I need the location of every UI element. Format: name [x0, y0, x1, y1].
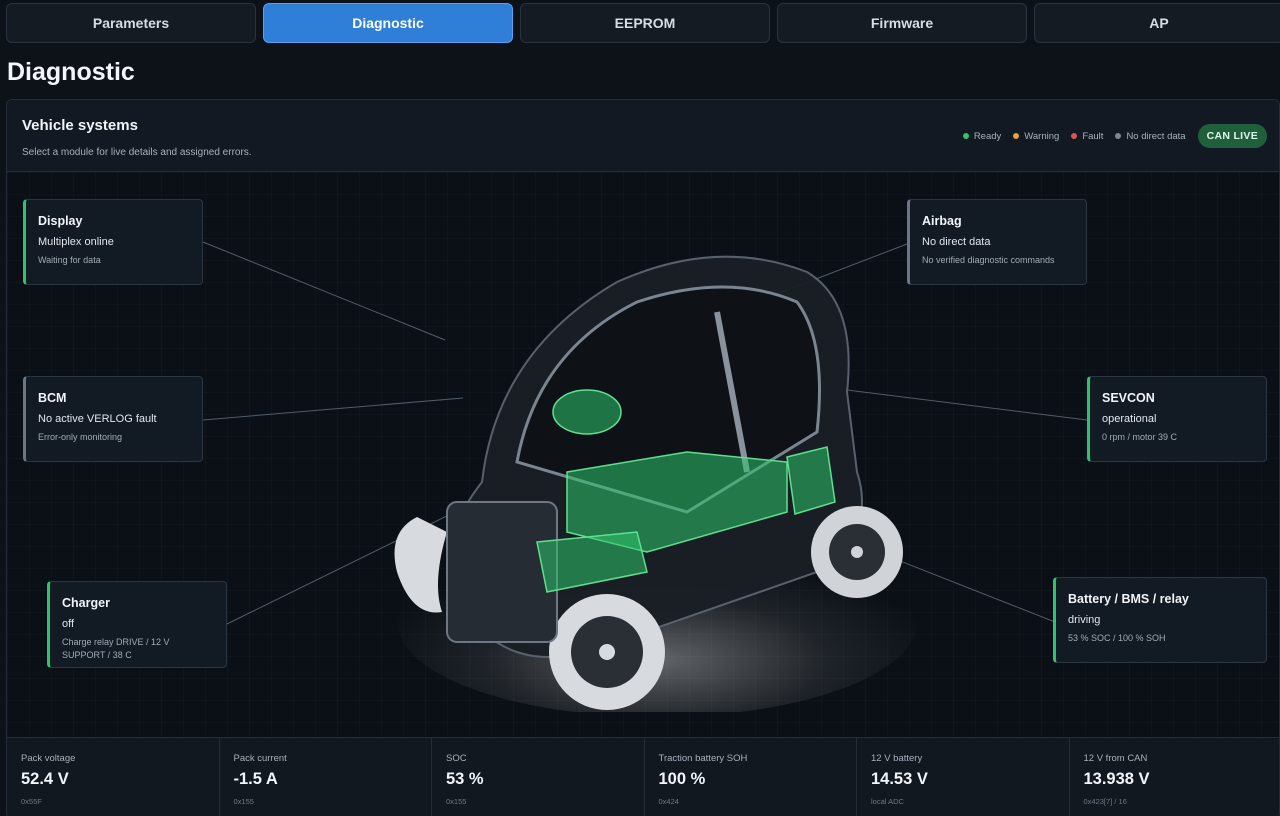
metric-label: 12 V battery — [871, 753, 923, 764]
legend-label: No direct data — [1126, 130, 1186, 142]
metric-label: SOC — [446, 753, 467, 764]
module-detail: Charge relay DRIVE / 12 V SUPPORT / 38 C — [62, 637, 170, 660]
metric-pack-current: Pack current -1.5 A 0x155 — [220, 738, 432, 816]
metric-label: Pack voltage — [21, 753, 76, 764]
ready-dot-icon — [962, 133, 969, 139]
module-display[interactable]: Display Multiplex online Waiting for dat… — [23, 199, 203, 285]
tab-eeprom[interactable]: EEPROM — [520, 3, 770, 43]
wheel-rear — [811, 506, 903, 598]
module-airbag[interactable]: Airbag No direct data No verified diagno… — [907, 199, 1087, 285]
metric-12v-battery: 12 V battery 14.53 V local ADC — [857, 738, 1070, 816]
display-module-highlight — [552, 389, 622, 435]
metric-pack-voltage: Pack voltage 52.4 V 0x55F — [7, 738, 220, 816]
module-title: Airbag — [922, 214, 962, 228]
sevcon-module-highlight — [786, 446, 836, 515]
module-detail: No verified diagnostic commands — [922, 255, 1055, 265]
module-title: Battery / BMS / relay — [1068, 592, 1189, 606]
module-status: Multiplex online — [38, 236, 114, 248]
tab-bar: Parameters Diagnostic EEPROM Firmware AP — [6, 3, 1280, 43]
metric-source: 0x55F — [21, 797, 42, 806]
vehicle-systems-panel: Vehicle systems Select a module for live… — [6, 99, 1280, 816]
metric-value: 13.938 V — [1083, 770, 1150, 788]
no-data-dot-icon — [1115, 133, 1122, 139]
tab-parameters[interactable]: Parameters — [6, 3, 256, 43]
metric-source: 0x423[7] / 16 — [1083, 797, 1127, 806]
vehicle-diagram: Display Multiplex online Waiting for dat… — [7, 172, 1279, 737]
legend-fault: Fault — [1071, 131, 1103, 142]
status-legend: Ready Warning Fault No direct data CAN L… — [962, 124, 1267, 148]
module-status: No active VERLOG fault — [38, 413, 157, 425]
wheel-front — [549, 594, 665, 710]
module-sevcon[interactable]: SEVCON operational 0 rpm / motor 39 C — [1087, 376, 1267, 462]
legend-warning: Warning — [1013, 131, 1059, 142]
metric-source: 0x155 — [446, 797, 467, 806]
can-live-badge: CAN LIVE — [1197, 124, 1267, 148]
module-title: BCM — [38, 391, 67, 405]
metric-source: local ADC — [871, 797, 904, 806]
metric-value: 100 % — [658, 770, 706, 788]
metric-label: 12 V from CAN — [1083, 753, 1148, 764]
legend-label: Ready — [973, 130, 1002, 142]
module-status: operational — [1102, 413, 1157, 425]
legend-ready: Ready — [962, 130, 1002, 142]
metric-source: 0x155 — [233, 797, 254, 806]
metric-soc: SOC 53 % 0x155 — [432, 738, 645, 816]
metric-value: 52.4 V — [21, 770, 69, 788]
metric-label: Pack current — [233, 753, 287, 764]
metric-value: 53 % — [446, 770, 484, 788]
tab-firmware[interactable]: Firmware — [777, 3, 1027, 43]
metric-source: 0x424 — [658, 797, 679, 806]
module-status: driving — [1068, 614, 1101, 626]
module-detail: Error-only monitoring — [38, 432, 123, 442]
panel-header: Vehicle systems Select a module for live… — [7, 100, 1279, 172]
car-illustration — [394, 255, 917, 712]
module-detail: 0 rpm / motor 39 C — [1102, 432, 1178, 442]
metric-label: Traction battery SOH — [658, 753, 748, 764]
tab-diagnostic[interactable]: Diagnostic — [263, 3, 513, 43]
legend-no-data: No direct data — [1115, 130, 1186, 142]
metric-traction-soh: Traction battery SOH 100 % 0x424 — [645, 738, 857, 816]
legend-label: Warning — [1024, 130, 1060, 142]
fault-dot-icon — [1071, 133, 1078, 139]
metrics-strip: Pack voltage 52.4 V 0x55F Pack current -… — [7, 737, 1280, 816]
module-detail: 53 % SOC / 100 % SOH — [1068, 633, 1166, 643]
metric-value: -1.5 A — [233, 770, 278, 788]
module-title: SEVCON — [1102, 391, 1155, 405]
module-status: off — [62, 618, 75, 630]
module-bcm[interactable]: BCM No active VERLOG fault Error-only mo… — [23, 376, 203, 462]
page-title: Diagnostic — [7, 58, 135, 86]
module-detail: Waiting for data — [38, 255, 101, 265]
metric-12v-can: 12 V from CAN 13.938 V 0x423[7] / 16 — [1070, 738, 1280, 816]
metric-value: 14.53 V — [871, 770, 928, 788]
panel-subtitle: Select a module for live details and ass… — [22, 147, 252, 158]
module-title: Display — [38, 214, 83, 228]
legend-label: Fault — [1082, 130, 1104, 142]
module-title: Charger — [62, 596, 110, 610]
panel-title: Vehicle systems — [22, 117, 138, 134]
module-status: No direct data — [922, 236, 991, 248]
module-charger[interactable]: Charger off Charge relay DRIVE / 12 V SU… — [47, 581, 227, 668]
tab-ap[interactable]: AP — [1034, 3, 1280, 43]
warning-dot-icon — [1013, 133, 1020, 139]
module-battery[interactable]: Battery / BMS / relay driving 53 % SOC /… — [1053, 577, 1267, 663]
